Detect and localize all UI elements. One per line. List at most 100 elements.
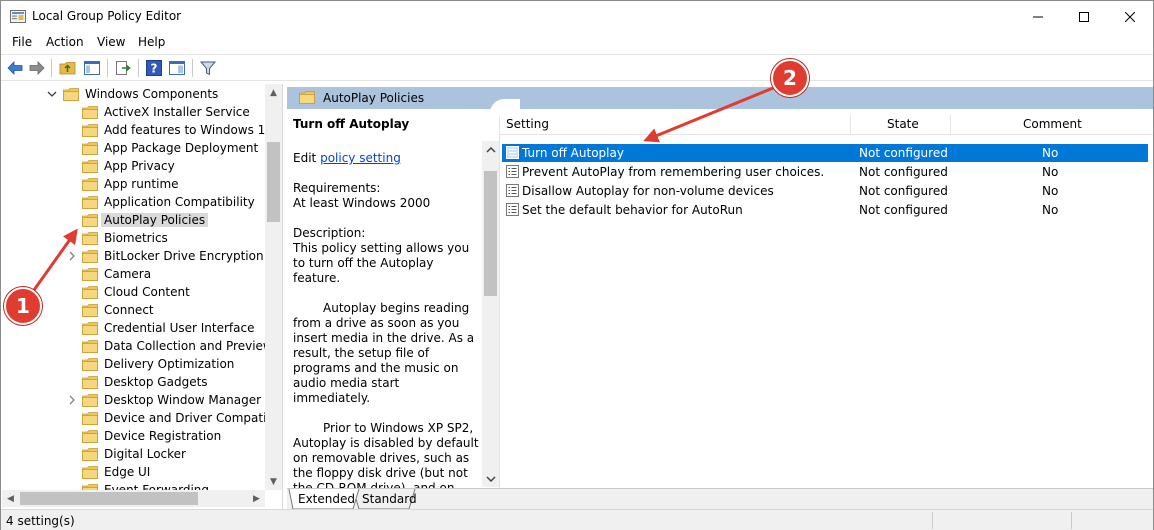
list-row[interactable]: Disallow Autoplay for non-volume devices… xyxy=(502,182,1148,200)
tree-item-camera[interactable]: Camera xyxy=(2,266,266,284)
tree-item-app-package-deployment[interactable]: App Package Deployment xyxy=(2,140,266,158)
tree-item-credential-user-interface[interactable]: Credential User Interface xyxy=(2,320,266,338)
export-list-icon[interactable] xyxy=(114,59,132,77)
up-folder-icon[interactable] xyxy=(59,59,77,77)
menu-action[interactable]: Action xyxy=(46,35,84,49)
requirements-value: At least Windows 2000 xyxy=(293,196,431,210)
cell-comment: No xyxy=(1042,146,1059,160)
group-policy-app-icon xyxy=(10,10,26,23)
tree-item-cloud-content[interactable]: Cloud Content xyxy=(2,284,266,302)
cell-setting: Prevent AutoPlay from remembering user c… xyxy=(522,165,825,179)
column-state[interactable]: State xyxy=(887,117,919,131)
column-divider[interactable] xyxy=(950,115,951,135)
folder-icon xyxy=(82,448,98,461)
folder-icon xyxy=(82,160,98,173)
scroll-up-icon[interactable] xyxy=(482,141,499,158)
tree-item-label: Delivery Optimization xyxy=(104,357,235,371)
tree-item-app-privacy[interactable]: App Privacy xyxy=(2,158,266,176)
menu-file[interactable]: File xyxy=(12,35,32,49)
tree-item-desktop-window-manager[interactable]: Desktop Window Manager xyxy=(2,392,266,410)
close-button[interactable] xyxy=(1107,1,1153,32)
status-bar: 4 setting(s) xyxy=(1,509,1153,530)
folder-icon xyxy=(82,214,98,227)
tab-standard[interactable]: Standard xyxy=(362,492,417,506)
description-scroll-thumb[interactable] xyxy=(484,171,497,296)
list-row[interactable]: Set the default behavior for AutoRun Not … xyxy=(502,201,1148,219)
tree-item-activex-installer-service[interactable]: ActiveX Installer Service xyxy=(2,104,266,122)
tree-item-desktop-gadgets[interactable]: Desktop Gadgets xyxy=(2,374,266,392)
list-column-header: Setting State Comment xyxy=(500,113,1153,135)
column-divider[interactable] xyxy=(850,115,851,135)
scroll-down-icon[interactable]: ▼ xyxy=(265,473,282,490)
settings-list[interactable]: Setting State Comment Turn off Autoplay N… xyxy=(500,109,1153,488)
folder-icon xyxy=(63,88,79,101)
cell-comment: No xyxy=(1042,184,1059,198)
column-setting[interactable]: Setting xyxy=(506,117,549,131)
scroll-right-icon[interactable]: ▶ xyxy=(248,490,265,507)
tree-item-label: Desktop Gadgets xyxy=(104,375,208,389)
tree-item-data-collection-and-preview-bu[interactable]: Data Collection and Preview Bu xyxy=(2,338,266,356)
annotation-marker-2: 2 xyxy=(771,59,809,97)
chevron-down-icon[interactable] xyxy=(46,88,58,100)
filter-icon[interactable] xyxy=(199,59,217,77)
toolbar-separator xyxy=(138,59,139,77)
help-icon[interactable]: ? xyxy=(145,59,163,77)
list-row[interactable]: Turn off Autoplay Not configured No xyxy=(502,144,1148,162)
tree-item-delivery-optimization[interactable]: Delivery Optimization xyxy=(2,356,266,374)
tree-item-app-runtime[interactable]: App runtime xyxy=(2,176,266,194)
scroll-up-icon[interactable]: ▲ xyxy=(265,84,282,101)
maximize-button[interactable] xyxy=(1061,1,1107,32)
back-arrow-icon[interactable] xyxy=(6,59,24,77)
scroll-down-icon[interactable] xyxy=(482,470,499,487)
column-comment[interactable]: Comment xyxy=(1023,117,1082,131)
tab-extended[interactable]: Extended xyxy=(298,492,355,506)
tree-item-device-and-driver-compatibilit[interactable]: Device and Driver Compatibilit xyxy=(2,410,266,428)
folder-icon xyxy=(82,268,98,281)
details-area: AutoPlay Policies Turn off Autoplay Edit… xyxy=(287,84,1153,510)
navigation-tree[interactable]: Windows Components ActiveX Installer Serv… xyxy=(2,84,283,509)
cell-state: Not configured xyxy=(859,165,948,179)
folder-icon xyxy=(82,196,98,209)
chevron-right-icon[interactable] xyxy=(66,394,78,406)
tree-item-label: Edge UI xyxy=(104,465,151,479)
tree-item-add-features-to-windows-10[interactable]: Add features to Windows 10 xyxy=(2,122,266,140)
description-scrollbar[interactable] xyxy=(482,141,499,487)
tree-item-windows-components[interactable]: Windows Components xyxy=(2,86,266,104)
properties-pane-icon[interactable] xyxy=(168,59,186,77)
requirements-label: Requirements: xyxy=(293,181,381,195)
tree-horizontal-scrollbar[interactable]: ◀ ▶ xyxy=(2,490,265,507)
tree-item-edge-ui[interactable]: Edge UI xyxy=(2,464,266,482)
scroll-left-icon[interactable]: ◀ xyxy=(2,490,19,507)
edit-policy-setting-link[interactable]: policy setting xyxy=(320,151,401,165)
tree-item-bitlocker-drive-encryption[interactable]: BitLocker Drive Encryption xyxy=(2,248,266,266)
close-icon xyxy=(1125,11,1135,22)
tree-item-biometrics[interactable]: Biometrics xyxy=(2,230,266,248)
tree-vertical-thumb[interactable] xyxy=(267,142,280,222)
tree-item-digital-locker[interactable]: Digital Locker xyxy=(2,446,266,464)
toolbar-separator xyxy=(51,59,52,77)
folder-icon xyxy=(82,430,98,443)
description-paragraph-3: Prior to Windows XP SP2, Autoplay is dis… xyxy=(293,421,479,488)
menu-help[interactable]: Help xyxy=(138,35,165,49)
cell-comment: No xyxy=(1042,203,1059,217)
minimize-button[interactable] xyxy=(1015,1,1061,32)
show-hide-tree-icon[interactable] xyxy=(83,59,101,77)
tree-item-label: App Package Deployment xyxy=(104,141,259,155)
list-row[interactable]: Prevent AutoPlay from remembering user c… xyxy=(502,163,1148,181)
forward-arrow-icon[interactable] xyxy=(28,59,46,77)
tree-item-label: Desktop Window Manager xyxy=(104,393,262,407)
tree-vertical-scrollbar[interactable]: ▲ ▼ xyxy=(265,84,282,490)
tree-item-device-registration[interactable]: Device Registration xyxy=(2,428,266,446)
tree-item-label: Credential User Interface xyxy=(104,321,255,335)
tree-horizontal-thumb[interactable] xyxy=(20,492,198,505)
chevron-right-icon[interactable] xyxy=(66,250,78,262)
tree-item-label: Add features to Windows 10 xyxy=(104,123,266,137)
toolbar-separator xyxy=(192,59,193,77)
description-pane: Turn off Autoplay Edit policy setting Re… xyxy=(287,109,500,488)
policy-setting-icon xyxy=(506,146,519,159)
tree-item-label: ActiveX Installer Service xyxy=(104,105,250,119)
tree-item-application-compatibility[interactable]: Application Compatibility xyxy=(2,194,266,212)
tree-item-autoplay-policies[interactable]: AutoPlay Policies xyxy=(2,212,266,230)
tree-item-label: Camera xyxy=(104,267,152,281)
menu-view[interactable]: View xyxy=(97,35,125,49)
